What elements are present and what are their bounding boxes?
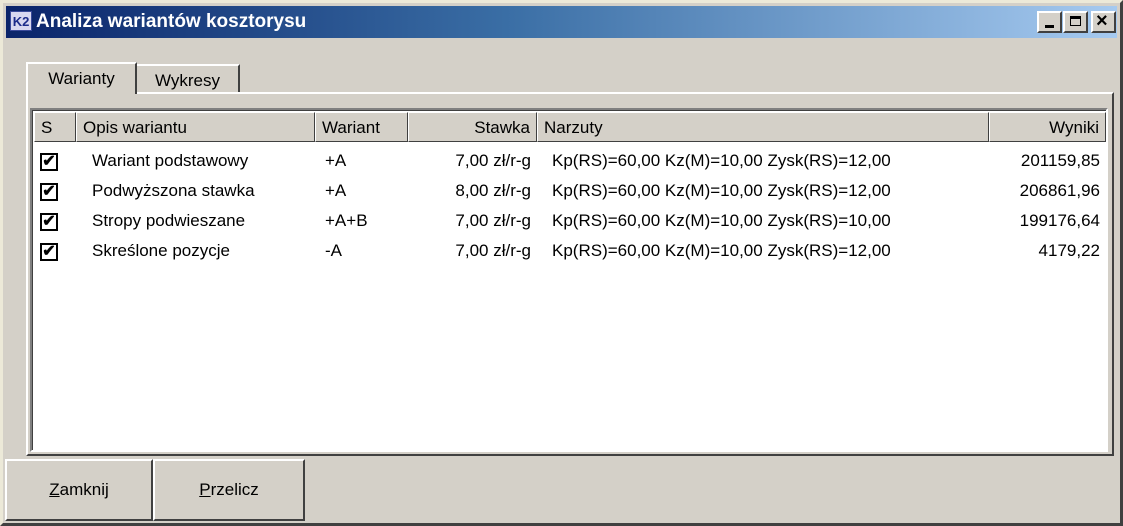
minimize-icon	[1045, 25, 1054, 28]
tab-wykresy[interactable]: Wykresy	[137, 64, 240, 94]
column-header-wyniki[interactable]: Wyniki	[989, 112, 1106, 142]
column-header-wariant[interactable]: Wariant	[315, 112, 408, 142]
recalculate-button-mnemonic: P	[199, 480, 211, 499]
cell-narzuty: Kp(RS)=60,00 Kz(M)=10,00 Zysk(RS)=12,00	[552, 151, 891, 170]
close-button-mnemonic: Z	[49, 480, 60, 499]
cell-stawka: 7,00 zł/r-g	[455, 241, 531, 260]
table-row[interactable]: ✔ Skreślone pozycje -A 7,00 zł/r-g Kp(RS…	[34, 236, 1106, 266]
close-icon: ×	[1096, 10, 1108, 32]
cell-stawka: 8,00 zł/r-g	[455, 181, 531, 200]
cell-opis: Podwyższona stawka	[92, 181, 255, 200]
cell-wariant: -A	[325, 241, 342, 260]
table-row[interactable]: ✔ Wariant podstawowy +A 7,00 zł/r-g Kp(R…	[34, 146, 1106, 176]
variants-list[interactable]: S Opis wariantu Wariant Stawka Narzuty W…	[30, 108, 1108, 452]
cell-wyniki: 199176,64	[1019, 211, 1100, 230]
maximize-icon	[1070, 16, 1081, 26]
app-icon: K2	[10, 11, 32, 31]
cell-wariant: +A+B	[325, 211, 368, 230]
cell-wyniki: 4179,22	[1038, 241, 1100, 260]
cell-stawka: 7,00 zł/r-g	[455, 151, 531, 170]
minimize-button[interactable]	[1037, 11, 1062, 33]
cell-narzuty: Kp(RS)=60,00 Kz(M)=10,00 Zysk(RS)=12,00	[552, 241, 891, 260]
close-button-label: amknij	[59, 480, 109, 499]
cell-narzuty: Kp(RS)=60,00 Kz(M)=10,00 Zysk(RS)=12,00	[552, 181, 891, 200]
cell-opis: Wariant podstawowy	[92, 151, 249, 170]
cell-wyniki: 201159,85	[1020, 151, 1100, 170]
close-button[interactable]: Zamknij	[5, 459, 153, 521]
cell-stawka: 7,00 zł/r-g	[455, 211, 531, 230]
tab-warianty[interactable]: Warianty	[26, 62, 137, 94]
recalculate-button-label: rzelicz	[210, 480, 259, 499]
cell-wariant: +A	[325, 181, 347, 200]
window-title: Analiza wariantów kosztorysu	[36, 11, 307, 32]
row-checkbox[interactable]: ✔	[40, 183, 58, 201]
cell-opis: Skreślone pozycje	[92, 241, 230, 260]
close-window-button[interactable]: ×	[1091, 11, 1116, 33]
cell-wariant: +A	[325, 151, 347, 170]
cell-opis: Stropy podwieszane	[92, 211, 246, 230]
maximize-button[interactable]	[1063, 11, 1088, 33]
recalculate-button[interactable]: Przelicz	[153, 459, 305, 521]
cell-narzuty: Kp(RS)=60,00 Kz(M)=10,00 Zysk(RS)=10,00	[552, 211, 891, 230]
row-checkbox[interactable]: ✔	[40, 213, 58, 231]
column-header-narzuty[interactable]: Narzuty	[537, 112, 989, 142]
title-bar[interactable]: K2 Analiza wariantów kosztorysu ×	[6, 6, 1117, 38]
table-row[interactable]: ✔ Podwyższona stawka +A 8,00 zł/r-g Kp(R…	[34, 176, 1106, 206]
cell-wyniki: 206861,96	[1019, 181, 1100, 200]
table-row[interactable]: ✔ Stropy podwieszane +A+B 7,00 zł/r-g Kp…	[34, 206, 1106, 236]
column-header-opis[interactable]: Opis wariantu	[76, 112, 315, 142]
row-checkbox[interactable]: ✔	[40, 153, 58, 171]
row-checkbox[interactable]: ✔	[40, 243, 58, 261]
column-header-s[interactable]: S	[34, 112, 76, 142]
column-header-stawka[interactable]: Stawka	[408, 112, 537, 142]
list-header: S Opis wariantu Wariant Stawka Narzuty W…	[34, 112, 1106, 142]
